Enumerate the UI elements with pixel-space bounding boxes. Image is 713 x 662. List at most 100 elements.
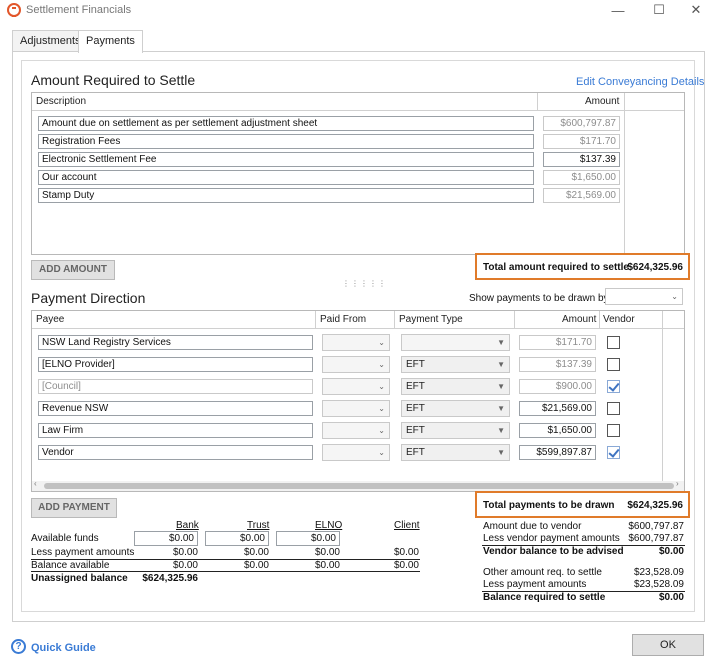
chevron-down-icon: ▼	[497, 360, 505, 369]
payment-amount-field[interactable]: $599,897.87	[519, 445, 596, 460]
total-drawn-box: Total payments to be drawn $624,325.96	[475, 491, 690, 518]
payment-type-dropdown[interactable]: ▼	[401, 334, 510, 351]
less-trust-value: $0.00	[243, 547, 269, 558]
balance-client-value: $0.00	[393, 560, 419, 571]
scrollbar-thumb[interactable]	[44, 483, 674, 489]
add-amount-button[interactable]: ADD AMOUNT	[31, 260, 115, 280]
maximize-button[interactable]: ☐	[647, 1, 671, 19]
available-trust-field[interactable]: $0.00	[205, 531, 269, 546]
vendor-checkbox[interactable]	[607, 336, 620, 349]
amount-row-description[interactable]: Our account	[38, 170, 534, 185]
payment-direction-title: Payment Direction	[31, 290, 146, 306]
col-payee: Payee	[36, 314, 65, 325]
balance-trust-value: $0.00	[243, 560, 269, 571]
scroll-left-icon[interactable]: ‹	[34, 479, 37, 488]
vendor-checkbox[interactable]	[607, 446, 620, 459]
amount-row-value[interactable]: $137.39	[543, 152, 620, 167]
chevron-down-icon: ⌄	[671, 292, 678, 301]
show-payments-dropdown[interactable]: ⌄	[605, 288, 683, 305]
vendor-checkbox[interactable]	[607, 380, 620, 393]
payment-grid-scrollbar[interactable]: ‹ ›	[32, 479, 684, 491]
funds-col-bank: Bank	[176, 520, 199, 531]
amount-row-value: $171.70	[543, 134, 620, 149]
less-vendor-label: Less vendor payment amounts	[483, 533, 620, 544]
available-funds-label: Available funds	[31, 533, 99, 544]
chevron-down-icon: ⌄	[378, 360, 385, 369]
chevron-down-icon: ⌄	[378, 404, 385, 413]
vendor-checkbox[interactable]	[607, 358, 620, 371]
scroll-right-icon[interactable]: ›	[676, 479, 679, 488]
funds-col-trust: Trust	[247, 520, 270, 531]
payment-type-dropdown[interactable]: EFT ▼	[401, 422, 510, 439]
help-icon[interactable]: ?	[11, 639, 26, 654]
less-bank-value: $0.00	[172, 547, 198, 558]
vendor-checkbox[interactable]	[607, 424, 620, 437]
ok-button[interactable]: OK	[632, 634, 704, 656]
quick-guide-link[interactable]: Quick Guide	[31, 642, 96, 654]
total-drawn-label: Total payments to be drawn	[483, 500, 615, 511]
chevron-down-icon: ▼	[497, 338, 505, 347]
close-button[interactable]: ✕	[684, 1, 708, 19]
paid-from-dropdown[interactable]: ⌄	[322, 422, 390, 439]
balance-available-label: Balance available	[31, 560, 110, 571]
payment-type-dropdown[interactable]: EFT ▼	[401, 356, 510, 373]
amount-row-description[interactable]: Registration Fees	[38, 134, 534, 149]
payment-amount-field[interactable]: $21,569.00	[519, 401, 596, 416]
splitter-grip-icon[interactable]: ⋮⋮⋮⋮⋮	[342, 279, 387, 288]
available-bank-field[interactable]: $0.00	[134, 531, 198, 546]
less-client-value: $0.00	[393, 547, 419, 558]
tab-payments[interactable]: Payments	[78, 30, 143, 53]
amount-row-description[interactable]: Stamp Duty	[38, 188, 534, 203]
amount-row-value: $600,797.87	[543, 116, 620, 131]
col-vendor: Vendor	[603, 314, 635, 325]
payment-amount-field: $900.00	[519, 379, 596, 394]
available-elno-field[interactable]: $0.00	[276, 531, 340, 546]
title-bar: Settlement Financials — ☐ ✕	[0, 0, 713, 22]
window-title: Settlement Financials	[26, 4, 132, 16]
paid-from-dropdown[interactable]: ⌄	[322, 400, 390, 417]
payment-grid-header: Payee Paid From Payment Type Amount Vend…	[32, 311, 684, 329]
minimize-button[interactable]: —	[606, 1, 630, 19]
payee-field[interactable]: Law Firm	[38, 423, 313, 438]
balance-required-label: Balance required to settle	[483, 592, 606, 603]
col-description: Description	[36, 96, 87, 107]
amount-row-description[interactable]: Amount due on settlement as per settleme…	[38, 116, 534, 131]
funds-divider	[31, 571, 420, 572]
due-vendor-value: $600,797.87	[628, 521, 684, 532]
paid-from-dropdown[interactable]: ⌄	[322, 444, 390, 461]
payment-amount-field: $137.39	[519, 357, 596, 372]
less-pay-value: $23,528.09	[633, 579, 684, 590]
paid-from-dropdown[interactable]: ⌄	[322, 334, 390, 351]
less-vendor-value: $600,797.87	[628, 533, 684, 544]
edit-conveyancing-link[interactable]: Edit Conveyancing Details	[576, 76, 704, 88]
amount-row-description[interactable]: Electronic Settlement Fee	[38, 152, 534, 167]
vendor-checkbox[interactable]	[607, 402, 620, 415]
payee-field[interactable]: Vendor	[38, 445, 313, 460]
payee-field[interactable]: Revenue NSW	[38, 401, 313, 416]
payment-type-dropdown[interactable]: EFT ▼	[401, 444, 510, 461]
less-pay-label: Less payment amounts	[483, 579, 587, 590]
due-vendor-label: Amount due to vendor	[483, 521, 582, 532]
total-required-label: Total amount required to settle	[483, 262, 629, 273]
payment-type-dropdown[interactable]: EFT ▼	[401, 378, 510, 395]
payee-field[interactable]: [ELNO Provider]	[38, 357, 313, 372]
add-payment-button[interactable]: ADD PAYMENT	[31, 498, 117, 518]
payee-field[interactable]: NSW Land Registry Services	[38, 335, 313, 350]
payment-grid: Payee Paid From Payment Type Amount Vend…	[31, 310, 685, 492]
chevron-down-icon: ⌄	[378, 382, 385, 391]
chevron-down-icon: ▼	[497, 382, 505, 391]
other-amount-label: Other amount req. to settle	[483, 567, 602, 578]
balance-bank-value: $0.00	[172, 560, 198, 571]
paid-from-dropdown[interactable]: ⌄	[322, 356, 390, 373]
payment-type-dropdown[interactable]: EFT ▼	[401, 400, 510, 417]
payment-amount-field[interactable]: $1,650.00	[519, 423, 596, 438]
unassigned-balance-label: Unassigned balance	[31, 573, 128, 584]
unassigned-balance-value: $624,325.96	[142, 573, 198, 584]
funds-col-elno: ELNO	[315, 520, 343, 531]
payee-field[interactable]: [Council]	[38, 379, 313, 394]
amount-row-value: $21,569.00	[543, 188, 620, 203]
chevron-down-icon: ⌄	[378, 448, 385, 457]
col-amount: Amount	[585, 96, 620, 107]
vendor-balance-label: Vendor balance to be advised	[483, 546, 624, 557]
paid-from-dropdown[interactable]: ⌄	[322, 378, 390, 395]
